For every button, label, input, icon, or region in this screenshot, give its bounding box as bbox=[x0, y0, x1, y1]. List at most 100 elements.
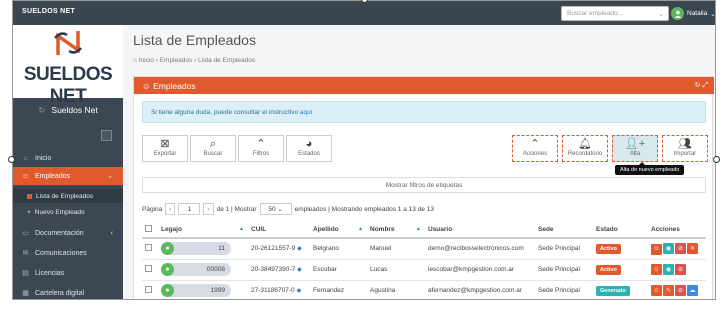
row-actions: ☺ ◉ ⊘ bbox=[648, 259, 706, 281]
col-acciones: Acciones bbox=[648, 222, 706, 239]
table-header-row: Legajo ▲ CUIL Apellido ▲ Nombre ▲ Usuario S… bbox=[142, 222, 706, 239]
export-button[interactable]: ⊠ Exportar bbox=[142, 135, 188, 162]
chevron-down-icon: ⌄ bbox=[658, 11, 664, 18]
sidebar: SUELDOS NET ↻ Sueldos Net ⌂ Inicio ☺ Emplea… bbox=[13, 25, 123, 299]
table-row[interactable]: ● 11 20-26121557-9 ◆ Belgrano Manuel demo@… bbox=[142, 238, 706, 260]
breadcrumb-inicio[interactable]: Inicio bbox=[139, 57, 154, 64]
sidebar-item-inicio[interactable]: ⌂ Inicio bbox=[13, 149, 123, 167]
col-cuil[interactable]: CUIL bbox=[248, 222, 310, 239]
per-page-select[interactable]: 50 ⌄ bbox=[259, 203, 292, 215]
excel-icon: ⊠ bbox=[160, 138, 170, 150]
panel-header: ☺ Empleados ↻ ⤢ bbox=[134, 77, 714, 94]
tag-icon[interactable]: ◆ bbox=[297, 288, 302, 294]
bell-icon: 🔔︎ bbox=[578, 138, 592, 150]
show-tag-filters[interactable]: Mostrar filtros de etiquetas bbox=[142, 177, 706, 193]
import-button[interactable]: 👥︎ Importar bbox=[662, 135, 708, 162]
delete-user-icon[interactable]: ✕ bbox=[687, 243, 698, 254]
next-page-button[interactable]: › bbox=[203, 203, 214, 215]
search-placeholder: Buscar empleado... bbox=[567, 10, 624, 17]
users-icon: 👥︎ bbox=[678, 138, 692, 150]
sidebar-item-cartelera[interactable]: ▦ Cartelera digital bbox=[13, 284, 123, 299]
prev-page-button[interactable]: ‹ bbox=[165, 203, 176, 215]
user-avatar-icon: ● bbox=[161, 284, 174, 297]
sidebar-item-nuevo-empleado[interactable]: + Nuevo Empleado bbox=[13, 205, 123, 219]
row-checkbox[interactable] bbox=[145, 265, 152, 272]
mail-icon: ✉ bbox=[22, 250, 29, 257]
chevron-down-icon: ⌄ bbox=[710, 10, 716, 18]
tag-icon[interactable]: ◆ bbox=[297, 267, 302, 273]
row-actions: ☺ ◉ ⊘ ✕ bbox=[648, 238, 706, 260]
pagination: Página ‹ 1 › de 1 | Mostrar 50 ⌄ emplead… bbox=[142, 203, 434, 215]
sidebar-item-lista-empleados[interactable]: Lista de Empleados bbox=[13, 189, 123, 203]
calendar-icon: ▤ bbox=[22, 270, 29, 277]
select-all-checkbox[interactable] bbox=[145, 225, 152, 232]
filters-button[interactable]: ⌃ Filtros bbox=[238, 135, 284, 162]
states-button[interactable]: ◕ Estados bbox=[286, 135, 332, 162]
col-usuario[interactable]: Usuario bbox=[425, 222, 535, 239]
add-user-icon: 👤︎+ bbox=[624, 138, 646, 150]
resize-handle-left[interactable] bbox=[8, 156, 15, 163]
panel-title: Empleados bbox=[153, 81, 196, 91]
cloud-upload-icon[interactable]: ☁ bbox=[687, 284, 698, 296]
tag-icon[interactable]: ◆ bbox=[297, 246, 302, 252]
row-checkbox[interactable] bbox=[145, 286, 152, 293]
panel-tools: ↻ ⤢ bbox=[695, 81, 708, 90]
logo-mark-icon bbox=[54, 31, 82, 55]
col-legajo[interactable]: Legajo ▲ bbox=[158, 222, 248, 239]
board-icon: ▦ bbox=[22, 290, 29, 297]
search-icon: ⌕ bbox=[209, 138, 217, 150]
breadcrumb-empleados[interactable]: Empleados bbox=[160, 57, 193, 64]
disable-icon[interactable]: ⊘ bbox=[675, 284, 686, 296]
status-badge: Generado bbox=[596, 285, 630, 296]
disable-icon[interactable]: ⊘ bbox=[675, 263, 686, 275]
user-avatar-icon bbox=[671, 7, 684, 20]
table-row[interactable]: ● 1999 27-31186707-0 ◆ Fernandez Agustina … bbox=[142, 280, 706, 299]
actions-button[interactable]: ⌃ Acciones bbox=[512, 135, 558, 162]
status-badge: Activo bbox=[596, 264, 621, 275]
logo: SUELDOS NET bbox=[13, 25, 123, 107]
row-checkbox[interactable] bbox=[145, 244, 152, 252]
sidebar-item-licencias[interactable]: ▤ Licencias bbox=[13, 264, 123, 282]
profile-icon[interactable]: ☺ bbox=[651, 243, 662, 255]
pager-summary: empleados | Mostrando empleados 1 a 13 d… bbox=[294, 205, 434, 213]
profile-icon[interactable]: ☺ bbox=[651, 285, 662, 297]
sort-icon: ▲ bbox=[239, 226, 244, 232]
user-avatar-icon: ● bbox=[161, 263, 174, 276]
add-employee-button[interactable]: 👤︎+ Alta bbox=[612, 135, 658, 162]
disable-icon[interactable]: ⊘ bbox=[675, 243, 686, 254]
search-button[interactable]: ⌕ Buscar bbox=[190, 135, 236, 162]
page-input[interactable]: 1 bbox=[178, 203, 201, 215]
col-sede[interactable]: Sede bbox=[535, 222, 593, 239]
expand-icon[interactable]: ⤢ bbox=[702, 82, 708, 89]
sidebar-item-empleados[interactable]: ☺ Empleados ⌄ bbox=[13, 167, 123, 185]
sort-icon: ▲ bbox=[358, 226, 363, 232]
refresh-icon[interactable]: ↻ bbox=[695, 82, 701, 89]
reminder-button[interactable]: 🔔︎ Recordatorio bbox=[562, 135, 608, 162]
col-apellido[interactable]: Apellido ▲ bbox=[310, 222, 367, 239]
app-window: SUELDOS NET Buscar empleado... ⌄ Natalia… bbox=[12, 0, 716, 300]
chevron-up-icon: ⌃ bbox=[530, 138, 540, 150]
col-nombre[interactable]: Nombre ▲ bbox=[367, 222, 425, 239]
home-icon: ⌂ bbox=[23, 154, 28, 162]
resize-handle-right[interactable] bbox=[713, 156, 720, 163]
view-icon[interactable]: ◉ bbox=[663, 243, 674, 254]
view-icon[interactable]: ◉ bbox=[663, 263, 674, 275]
user-menu[interactable]: Natalia ⌄ bbox=[671, 6, 716, 21]
instructivo-link[interactable]: aquí bbox=[300, 109, 313, 116]
row-actions: ☺ ✎ ⊘ ☁ bbox=[648, 280, 706, 299]
sidebar-toggle[interactable] bbox=[101, 130, 112, 141]
edit-icon[interactable]: ✎ bbox=[663, 284, 674, 296]
sidebar-item-documentacion[interactable]: ▭ Documentación ‹ bbox=[13, 224, 123, 242]
breadcrumb: ⌂ Inicio › Empleados › Lista de Empleado… bbox=[133, 57, 256, 64]
pie-chart-icon: ◕ bbox=[305, 138, 313, 150]
topbar-brand: SUELDOS NET bbox=[22, 8, 76, 15]
table-row[interactable]: ● 00008 20-38497390-7 ◆ Escobar Lucas lesc… bbox=[142, 259, 706, 281]
profile-icon[interactable]: ☺ bbox=[651, 264, 662, 276]
chevron-left-icon: ‹ bbox=[110, 229, 113, 237]
sidebar-item-comunicaciones[interactable]: ✉ Comunicaciones bbox=[13, 244, 123, 262]
col-estado[interactable]: Estado bbox=[593, 222, 648, 239]
refresh-icon: ↻ bbox=[38, 105, 46, 115]
employee-search-select[interactable]: Buscar empleado... ⌄ bbox=[561, 6, 669, 21]
users-icon: ☺ bbox=[21, 172, 30, 180]
employees-table: Legajo ▲ CUIL Apellido ▲ Nombre ▲ Usuario S… bbox=[142, 222, 706, 299]
